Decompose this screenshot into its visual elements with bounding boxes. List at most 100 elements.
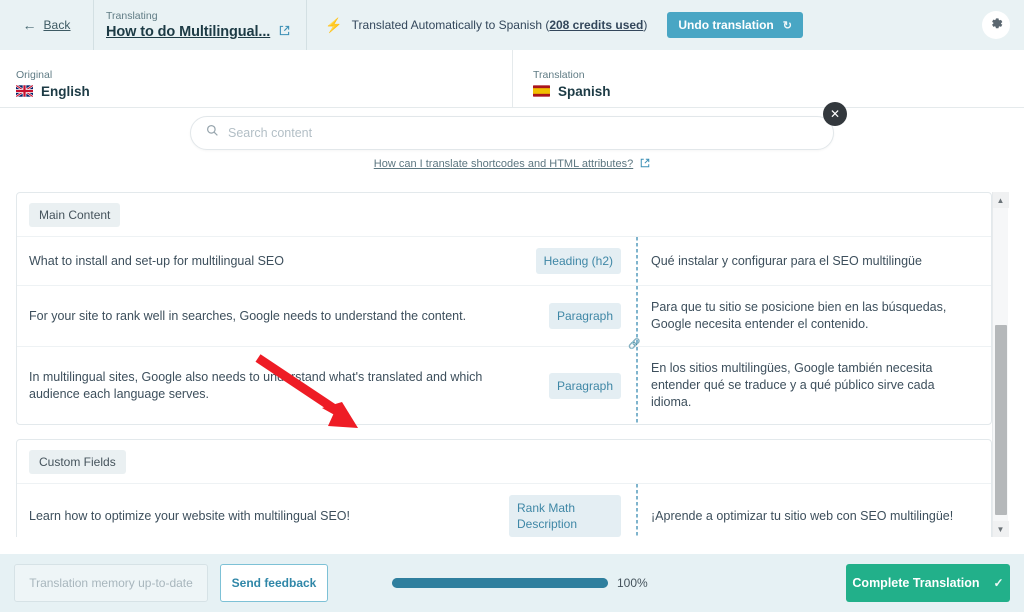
undo-translation-label: Undo translation (678, 18, 774, 32)
back-button[interactable]: ← Back (0, 0, 94, 50)
field-type-cell: Paragraph (497, 347, 629, 424)
progress-track (392, 578, 608, 588)
complete-translation-label: Complete Translation (852, 576, 980, 590)
scrollbar-thumb[interactable] (994, 325, 1007, 515)
field-type-cell: Paragraph (497, 286, 629, 346)
dotted-line (636, 237, 638, 285)
target-text: Para que tu sitio se posicione bien en l… (651, 300, 947, 331)
source-cell[interactable]: What to install and set-up for multiling… (17, 237, 497, 285)
original-language-name: English (41, 83, 90, 99)
close-search-button[interactable]: ✕ (823, 101, 847, 126)
status-prefix: Translated Automatically to Spanish ( (351, 18, 550, 32)
source-text: In multilingual sites, Google also needs… (29, 369, 483, 401)
translation-panel: Main Content What to install and set-up f… (16, 192, 1009, 537)
close-icon: ✕ (829, 106, 841, 121)
translation-rows-scroll: Main Content What to install and set-up f… (16, 192, 992, 537)
progress-fill (392, 578, 608, 588)
search-icon (206, 124, 219, 142)
content-section-card: Custom Fields Learn how to optimize your … (16, 439, 992, 537)
source-text: What to install and set-up for multiling… (29, 253, 284, 268)
field-type-chip: Paragraph (548, 303, 621, 329)
target-cell[interactable]: ¡Aprende a optimizar tu sitio web con SE… (645, 484, 991, 537)
translation-kicker: Translation (533, 68, 585, 81)
checkmark-icon: ✓ (993, 576, 1004, 590)
source-text: Learn how to optimize your website with … (29, 508, 350, 523)
undo-translation-button[interactable]: Undo translation ↻ (667, 12, 803, 38)
undo-arrow-icon: ↻ (782, 19, 792, 32)
original-language-column: Original English (0, 50, 512, 107)
shortcodes-help-link[interactable]: How can I translate shortcodes and HTML … (374, 158, 633, 170)
gear-icon (989, 16, 1004, 34)
field-type-cell: Heading (h2) (497, 237, 629, 285)
source-cell[interactable]: Learn how to optimize your website with … (17, 484, 497, 537)
target-text: ¡Aprende a optimizar tu sitio web con SE… (651, 508, 954, 523)
language-bar: Original English Translation Spanish (0, 50, 1024, 108)
original-language-row: English (16, 84, 512, 99)
translation-row: For your site to rank well in searches, … (17, 285, 991, 346)
external-link-icon[interactable] (279, 25, 290, 39)
external-link-icon[interactable] (640, 158, 650, 171)
credits-used-link[interactable]: 208 credits used (549, 18, 643, 32)
target-cell[interactable]: En los sitios multilingües, Google tambi… (645, 347, 991, 424)
title-row: How to do Multilingual... (106, 24, 290, 40)
field-type-chip: Paragraph (548, 372, 621, 399)
dotted-line (636, 484, 638, 537)
arrow-left-icon: ← (22, 17, 37, 33)
scroll-up-arrow-icon[interactable]: ▲ (992, 192, 1009, 208)
target-cell[interactable]: Para que tu sitio se posicione bien en l… (645, 286, 991, 346)
target-text: En los sitios multilingües, Google tambi… (651, 361, 935, 409)
target-cell[interactable]: Qué instalar y configurar para el SEO mu… (645, 237, 991, 285)
back-label: Back (43, 18, 71, 32)
section-name-chip: Main Content (29, 203, 121, 227)
translation-status-block: ⚡ Translated Automatically to Spanish (2… (307, 0, 803, 50)
translation-language-row: Spanish (533, 84, 1024, 99)
section-header: Main Content (17, 193, 991, 236)
title-kicker: Translating (106, 10, 158, 22)
original-kicker: Original (16, 68, 53, 81)
source-cell[interactable]: In multilingual sites, Google also needs… (17, 347, 497, 424)
dotted-line (636, 286, 638, 346)
status-suffix: ) (643, 18, 648, 32)
translation-memory-status-button: Translation memory up-to-date (14, 564, 208, 602)
source-text: For your site to rank well in searches, … (29, 308, 467, 323)
top-header-bar: ← Back Translating How to do Multilingua… (0, 0, 1024, 50)
translation-row: In multilingual sites, Google also needs… (17, 339, 991, 424)
uk-flag-icon (16, 85, 33, 97)
source-cell[interactable]: For your site to rank well in searches, … (17, 286, 497, 346)
send-feedback-button[interactable]: Send feedback (220, 564, 328, 602)
row-divider (629, 286, 645, 346)
settings-button[interactable] (982, 11, 1010, 39)
field-type-chip: Rank Math Description (509, 495, 621, 537)
dotted-line (636, 347, 638, 424)
search-box[interactable]: ✕ (190, 101, 847, 150)
scrollbar-track[interactable] (993, 208, 1009, 521)
document-title-block: Translating How to do Multilingual... (94, 0, 308, 50)
complete-translation-button[interactable]: Complete Translation ✓ (846, 564, 1010, 602)
field-type-cell: Rank Math Description (497, 484, 629, 537)
row-divider (629, 484, 645, 537)
translation-status-text: Translated Automatically to Spanish (208… (352, 18, 648, 32)
row-divider (629, 237, 645, 285)
translation-language-name: Spanish (558, 83, 611, 99)
section-header: Custom Fields (17, 440, 991, 483)
field-type-chip: Heading (h2) (535, 248, 621, 274)
help-row: How can I translate shortcodes and HTML … (374, 158, 650, 171)
translation-language-column: Translation Spanish (512, 50, 1024, 107)
link-chain-icon[interactable]: 🔗 (628, 339, 640, 350)
translation-row: Learn how to optimize your website with … (17, 483, 991, 537)
section-name-chip: Custom Fields (29, 450, 126, 474)
target-text: Qué instalar y configurar para el SEO mu… (651, 253, 922, 268)
page-title[interactable]: How to do Multilingual... (106, 24, 270, 40)
scroll-down-arrow-icon[interactable]: ▼ (992, 521, 1009, 537)
vertical-scrollbar[interactable]: ▲ ▼ (992, 192, 1009, 537)
spain-flag-icon (533, 85, 550, 97)
row-divider: 🔗 (628, 339, 645, 424)
progress-label: 100% (617, 576, 648, 590)
search-input[interactable] (228, 125, 818, 140)
translation-row: What to install and set-up for multiling… (17, 236, 991, 285)
footer-bar: Translation memory up-to-date Send feedb… (0, 554, 1024, 612)
lightning-bolt-icon: ⚡ (325, 17, 343, 33)
search-area: ✕ How can I translate shortcodes and HTM… (0, 101, 1024, 178)
progress-indicator: 100% (392, 576, 648, 590)
content-section-card: Main Content What to install and set-up f… (16, 192, 992, 425)
